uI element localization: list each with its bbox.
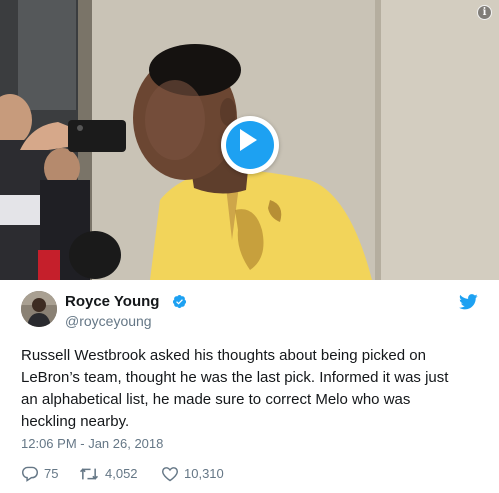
like-count: 10,310 bbox=[184, 466, 224, 481]
retweet-count: 4,052 bbox=[105, 466, 138, 481]
avatar[interactable] bbox=[21, 291, 57, 327]
tweet-timestamp[interactable]: 12:06 PM - Jan 26, 2018 bbox=[21, 436, 163, 451]
retweet-icon bbox=[79, 468, 99, 480]
reply-icon bbox=[21, 466, 39, 482]
twitter-bird-icon[interactable] bbox=[459, 294, 478, 310]
heart-icon bbox=[161, 467, 179, 482]
author-handle[interactable]: @royceyoung bbox=[65, 313, 152, 329]
video-player[interactable]: i bbox=[0, 0, 499, 280]
play-button[interactable] bbox=[221, 116, 279, 174]
reply-count: 75 bbox=[44, 466, 59, 481]
tweet-text-line: an alphabetical list, he made sure to co… bbox=[21, 391, 411, 408]
verified-badge-icon bbox=[172, 294, 187, 309]
avatar-image bbox=[21, 291, 57, 327]
author-display-name[interactable]: Royce Young bbox=[65, 293, 159, 310]
play-icon bbox=[240, 129, 257, 151]
info-icon[interactable]: i bbox=[477, 5, 492, 20]
tweet-text-line: LeBron’s team, thought he was the last p… bbox=[21, 369, 449, 386]
embedded-tweet-card: i Royce Young @royceyoung Russell Westbr… bbox=[0, 0, 499, 493]
tweet-body: Royce Young @royceyoung Russell Westbroo… bbox=[0, 280, 499, 493]
tweet-text: Russell Westbrook asked his thoughts abo… bbox=[21, 345, 483, 433]
tweet-text-line: Russell Westbrook asked his thoughts abo… bbox=[21, 347, 426, 364]
tweet-text-line: heckling nearby. bbox=[21, 413, 130, 430]
